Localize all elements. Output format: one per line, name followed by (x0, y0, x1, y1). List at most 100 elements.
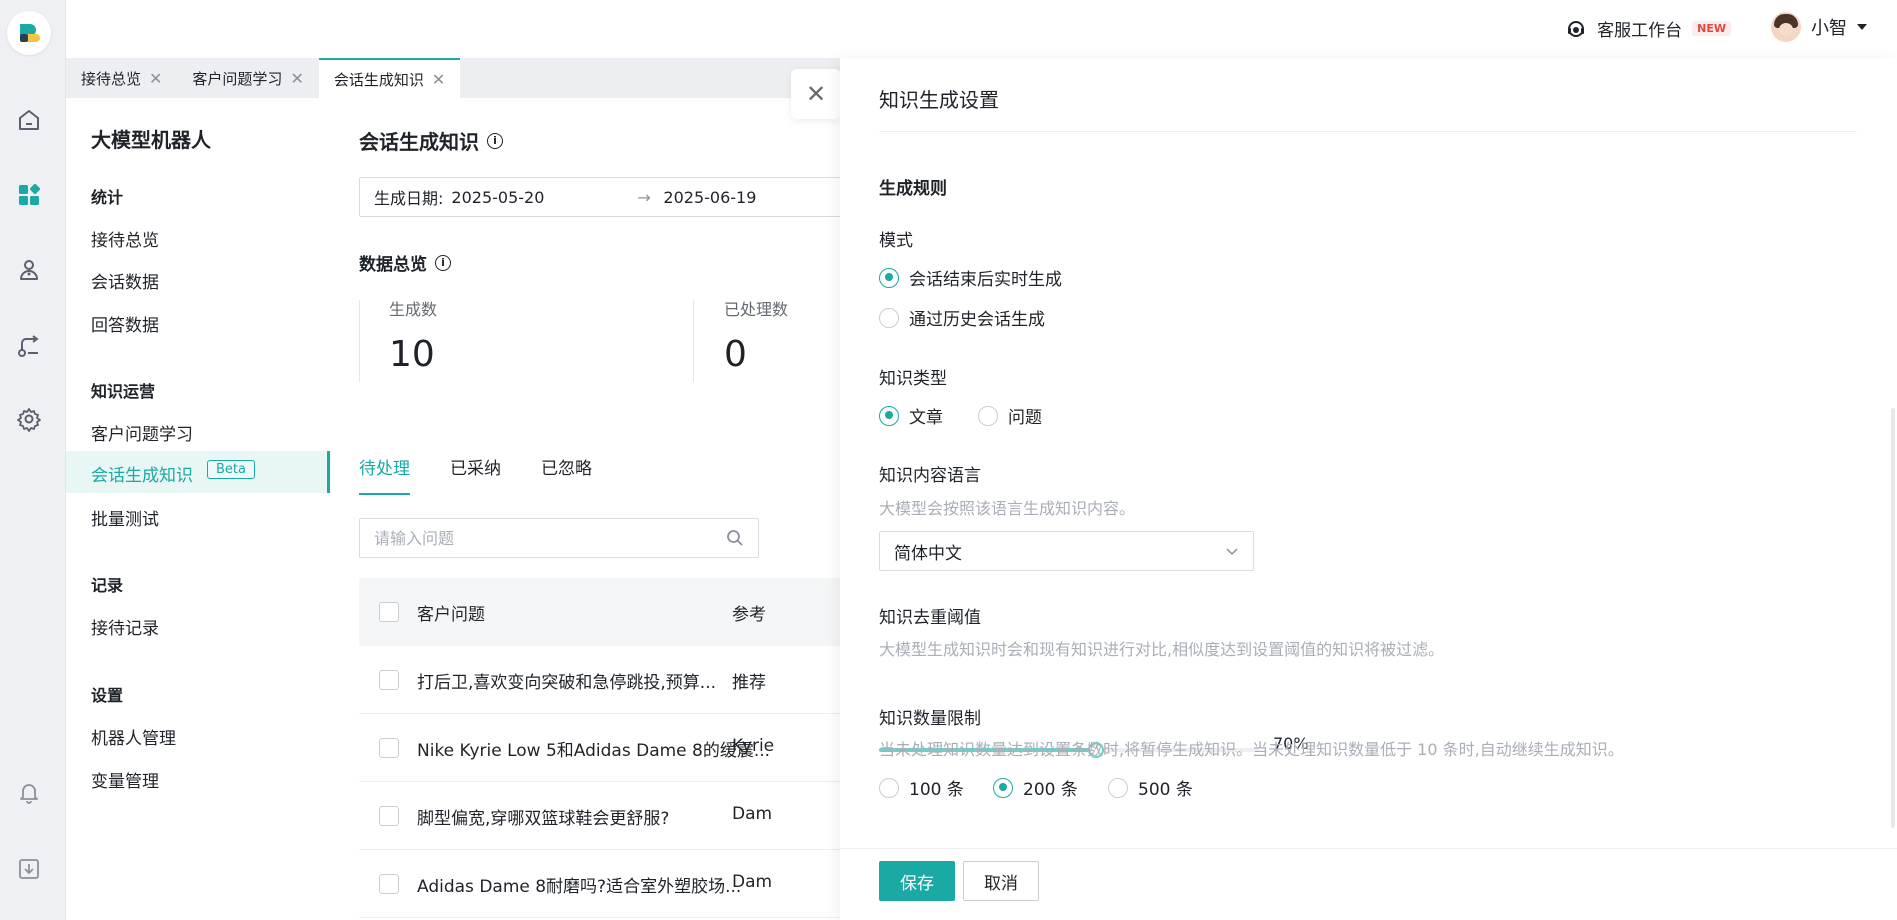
info-icon[interactable]: i (487, 132, 503, 149)
cancel-button[interactable]: 取消 (963, 861, 1039, 901)
radio-label: 通过历史会话生成 (909, 310, 1045, 330)
info-icon[interactable]: i (435, 254, 451, 271)
sidebar-item-session-data[interactable]: 会话数据 (91, 268, 159, 293)
divider (359, 300, 360, 382)
rules-title: 生成规则 (879, 179, 947, 199)
radio-label: 200 条 (1023, 780, 1078, 800)
table-row[interactable]: Nike Kyrie Low 5和Adidas Dame 8的缓震... Kyr… (359, 714, 850, 782)
search-icon[interactable] (726, 529, 744, 547)
close-icon[interactable]: ✕ (290, 69, 303, 88)
sidebar-item-reception-records[interactable]: 接待记录 (91, 614, 159, 639)
search-input[interactable] (374, 528, 694, 548)
radio-unchecked (978, 405, 998, 426)
overview-title-text: 数据总览 (359, 255, 427, 275)
user-menu[interactable]: 小智 (1771, 12, 1867, 42)
icon-rail (0, 0, 66, 920)
table-row[interactable]: Adidas Dame 8耐磨吗?适合室外塑胶场... Dam (359, 850, 850, 918)
radio-label: 文章 (909, 408, 943, 428)
bell-icon[interactable] (13, 776, 45, 808)
service-console-label: 客服工作台 (1597, 21, 1683, 41)
radio-mode-history[interactable]: 通过历史会话生成 (879, 305, 1045, 330)
robot-icon[interactable] (13, 254, 45, 286)
radio-checked (993, 777, 1013, 798)
home-icon[interactable] (13, 104, 45, 136)
sidebar-group-records: 记录 (91, 576, 124, 595)
select-all-checkbox[interactable] (379, 602, 399, 622)
drawer-close-button[interactable]: ✕ (791, 69, 841, 119)
radio-type-question[interactable]: 问题 (978, 403, 1042, 428)
main-content: 会话生成知识 i 生成日期: 2025-05-20 → 2025-06-19 数… (330, 98, 850, 920)
dedup-hint: 大模型生成知识时会和现有知识进行对比,相似度达到设置阈值的知识将被过滤。 (879, 640, 1445, 659)
tab-pending[interactable]: 待处理 (359, 454, 410, 495)
route-icon[interactable] (13, 330, 45, 362)
radio-checked (879, 405, 899, 426)
sidebar-item-label: 会话生成知识 (91, 466, 193, 486)
language-hint: 大模型会按照该语言生成知识内容。 (879, 499, 1136, 518)
language-select-value: 简体中文 (894, 543, 962, 564)
app-logo[interactable] (7, 11, 51, 55)
drawer-scrollbar[interactable] (1891, 408, 1895, 828)
tab-session-knowledge[interactable]: 会话生成知识 ✕ (318, 58, 461, 98)
stat-label: 已处理数 (724, 300, 789, 319)
sidebar-item-answer-data[interactable]: 回答数据 (91, 311, 159, 336)
stat-label: 生成数 (389, 300, 438, 319)
tab-customer-question-learning[interactable]: 客户问题学习 ✕ (177, 58, 318, 98)
save-button[interactable]: 保存 (879, 861, 955, 901)
row-question: Nike Kyrie Low 5和Adidas Dame 8的缓震... (417, 741, 771, 761)
top-header: 客服工作台 NEW 小智 (66, 0, 1897, 58)
sidebar-title: 大模型机器人 (91, 128, 211, 152)
sidebar-item-batch-test[interactable]: 批量测试 (91, 505, 159, 530)
table-row[interactable]: 脚型偏宽,穿哪双篮球鞋会更舒服? Dam (359, 782, 850, 850)
divider (879, 131, 1857, 132)
row-checkbox[interactable] (379, 670, 399, 690)
row-checkbox[interactable] (379, 806, 399, 826)
list-tabs: 待处理 已采纳 已忽略 (359, 454, 592, 495)
knowledge-settings-drawer: 知识生成设置 生成规则 模式 会话结束后实时生成 通过历史会话生成 知识类型 文… (840, 58, 1897, 920)
chevron-down-icon (1857, 24, 1867, 30)
divider (693, 300, 694, 382)
row-checkbox[interactable] (379, 738, 399, 758)
tab-reception-overview[interactable]: 接待总览 ✕ (66, 58, 177, 98)
limit-label: 知识数量限制 (879, 709, 981, 729)
radio-limit-500[interactable]: 500 条 (1108, 775, 1193, 800)
language-select[interactable]: 简体中文 (879, 531, 1254, 571)
tab-ignored[interactable]: 已忽略 (541, 454, 592, 495)
sidebar-item-customer-question-learning[interactable]: 客户问题学习 (91, 420, 193, 445)
page-title: 会话生成知识 i (359, 126, 503, 155)
search-box (359, 518, 759, 558)
new-badge: NEW (1692, 21, 1731, 36)
sidebar: 大模型机器人 统计 接待总览 会话数据 回答数据 知识运营 客户问题学习 会话生… (66, 98, 330, 920)
sidebar-item-bot-management[interactable]: 机器人管理 (91, 724, 176, 749)
row-question: 打后卫,喜欢变向突破和急停跳投,预算... (417, 673, 717, 693)
sidebar-item-reception-overview[interactable]: 接待总览 (91, 226, 159, 251)
stat-value: 10 (389, 334, 435, 375)
dashboard-icon[interactable] (13, 179, 45, 211)
user-name: 小智 (1811, 18, 1847, 39)
close-icon[interactable]: ✕ (432, 70, 445, 89)
tab-adopted[interactable]: 已采纳 (450, 454, 501, 495)
drawer-footer: 保存 取消 (840, 848, 1897, 920)
row-reference: Dam (732, 804, 773, 824)
row-reference: Dam (732, 872, 773, 892)
overview-title: 数据总览 i (359, 250, 451, 275)
sidebar-item-session-knowledge[interactable]: 会话生成知识 Beta (66, 451, 330, 493)
row-reference: 推荐 (732, 673, 766, 693)
close-icon: ✕ (805, 80, 827, 108)
radio-limit-200[interactable]: 200 条 (993, 775, 1078, 800)
service-console-link[interactable]: 客服工作台 NEW (1565, 16, 1731, 41)
close-icon[interactable]: ✕ (149, 69, 162, 88)
column-header-reference: 参考 (732, 605, 766, 625)
radio-limit-100[interactable]: 100 条 (879, 775, 964, 800)
radio-type-article[interactable]: 文章 (879, 403, 943, 428)
radio-mode-realtime[interactable]: 会话结束后实时生成 (879, 265, 1062, 290)
download-icon[interactable] (13, 853, 45, 885)
tab-label: 会话生成知识 (333, 70, 424, 89)
sidebar-item-variable-management[interactable]: 变量管理 (91, 767, 159, 792)
table-row[interactable]: 打后卫,喜欢变向突破和急停跳投,预算... 推荐 (359, 646, 850, 714)
date-start: 2025-05-20 (451, 187, 545, 207)
table-header: 客户问题 参考 (359, 578, 850, 646)
row-checkbox[interactable] (379, 874, 399, 894)
date-range-picker[interactable]: 生成日期: 2025-05-20 → 2025-06-19 (359, 177, 850, 217)
row-reference: Kyrie (732, 736, 775, 756)
settings-gear-icon[interactable] (13, 403, 45, 435)
